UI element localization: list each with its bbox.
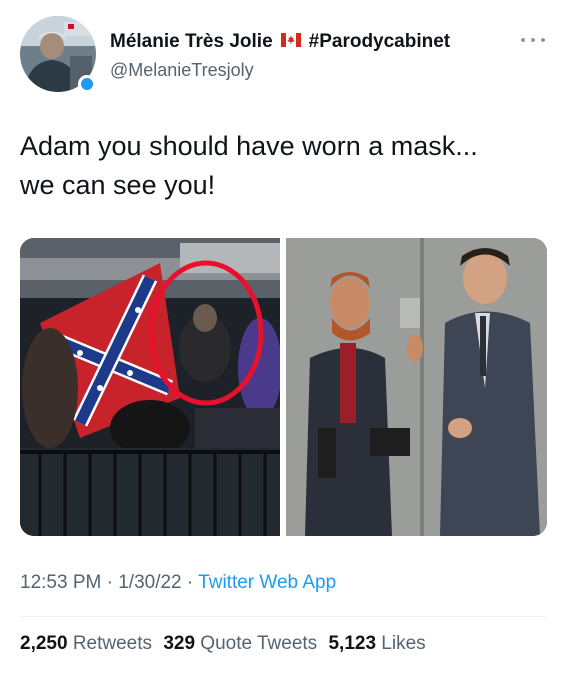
right-photo[interactable] xyxy=(286,238,547,536)
quote-tweets-label: Quote Tweets xyxy=(200,633,318,654)
meta-separator: · xyxy=(101,572,119,593)
likes-count: 5,123 xyxy=(328,633,377,654)
likes-stat[interactable]: 5,123 Likes xyxy=(328,633,425,654)
canada-flag-icon xyxy=(280,31,301,53)
tweet-stats: 2,250 Retweets 329 Quote Tweets 5,123 Li… xyxy=(20,633,432,655)
tweet-meta: 12:53 PM · 1/30/22 · Twitter Web App xyxy=(20,572,336,594)
meta-separator: · xyxy=(181,572,199,593)
author-name-row[interactable]: Mélanie Très Jolie #Parodycabinet xyxy=(110,29,450,55)
tweet-time[interactable]: 12:53 PM xyxy=(20,572,101,593)
likes-label: Likes xyxy=(381,633,426,654)
tweet-text-line: we can see you! xyxy=(20,170,216,200)
hashtag-text: #Parodycabinet xyxy=(308,31,451,52)
tweet-media[interactable] xyxy=(20,238,547,536)
quote-tweets-count: 329 xyxy=(163,633,196,654)
left-photo[interactable] xyxy=(20,238,282,536)
verified-dot-icon xyxy=(78,75,96,93)
quote-tweets-stat[interactable]: 329 Quote Tweets xyxy=(163,633,317,654)
retweets-stat[interactable]: 2,250 Retweets xyxy=(20,633,152,654)
author-handle[interactable]: @MelanieTresjoly xyxy=(110,60,254,81)
divider xyxy=(20,616,547,617)
tweet-date[interactable]: 1/30/22 xyxy=(118,572,181,593)
source-app-link[interactable]: Twitter Web App xyxy=(198,572,336,593)
more-options-icon[interactable] xyxy=(521,34,545,46)
retweets-count: 2,250 xyxy=(20,633,68,654)
retweets-label: Retweets xyxy=(72,633,153,654)
tweet-text-line: Adam you should have worn a mask... xyxy=(20,131,478,161)
display-name[interactable]: Mélanie Très Jolie xyxy=(110,31,273,53)
tweet-text: Adam you should have worn a mask... we c… xyxy=(20,127,540,205)
